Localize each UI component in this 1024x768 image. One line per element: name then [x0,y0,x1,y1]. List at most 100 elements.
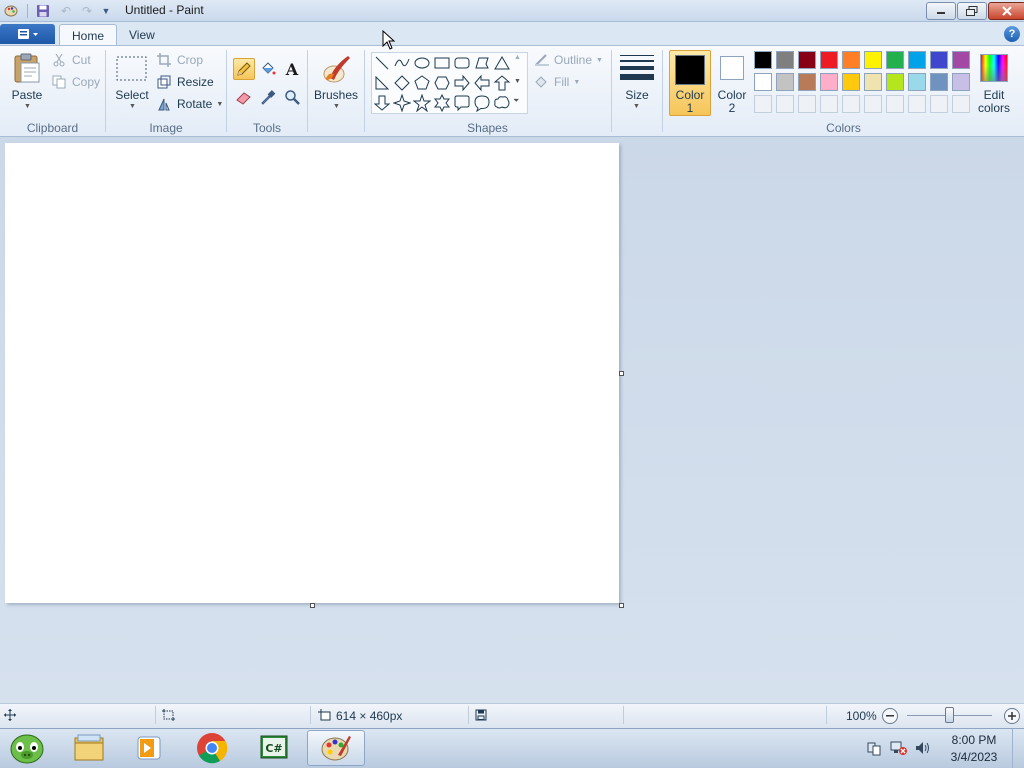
color-swatch[interactable] [864,73,882,91]
custom-color-slot[interactable] [952,95,970,113]
resize-handle-bottom[interactable] [310,603,315,608]
customize-qat-icon[interactable]: ▼ [98,3,114,19]
color-swatch[interactable] [798,73,816,91]
color-swatch[interactable] [886,73,904,91]
undo-icon[interactable]: ↶ [58,3,74,19]
taskbar-csharp-editor[interactable]: C# [245,730,303,766]
custom-color-slot[interactable] [864,95,882,113]
resize-button[interactable]: Resize [157,75,214,89]
five-point-star-shape-icon[interactable] [412,93,432,113]
color-swatch[interactable] [842,51,860,69]
color-swatch[interactable] [930,73,948,91]
color-swatch[interactable] [952,51,970,69]
taskbar-paint[interactable] [307,730,365,766]
custom-color-slot[interactable] [820,95,838,113]
color-swatch[interactable] [908,73,926,91]
drawing-canvas[interactable] [5,143,619,603]
zoom-in-button[interactable] [1004,708,1020,724]
text-tool[interactable]: A [281,58,303,80]
resize-handle-right[interactable] [619,371,624,376]
fill-tool[interactable] [257,58,279,80]
oval-shape-icon[interactable] [412,53,432,73]
color-swatch[interactable] [930,51,948,69]
line-shape-icon[interactable] [372,53,392,73]
color-picker-tool[interactable] [257,86,279,108]
eraser-tool[interactable] [233,86,255,108]
clock-time[interactable]: 8:00 PM [945,733,1003,747]
hexagon-shape-icon[interactable] [432,73,452,93]
color-swatch[interactable] [952,73,970,91]
paint-app-icon[interactable] [3,3,19,19]
save-icon[interactable] [35,3,51,19]
zoom-slider-thumb[interactable] [945,707,954,723]
action-center-icon[interactable] [866,740,882,756]
color2-button[interactable]: Color 2 [712,50,752,116]
close-button[interactable] [988,2,1024,20]
pencil-tool[interactable] [233,58,255,80]
select-button[interactable]: Select ▼ [113,52,151,112]
cloud-callout-shape-icon[interactable] [492,93,512,113]
size-button[interactable]: Size ▼ [617,52,657,114]
pentagon-shape-icon[interactable] [412,73,432,93]
crop-button[interactable]: Crop [157,53,203,67]
zoom-out-button[interactable] [882,708,898,724]
custom-color-slot[interactable] [776,95,794,113]
tab-home[interactable]: Home [59,24,118,46]
rounded-rectangle-shape-icon[interactable] [452,53,472,73]
triangle-shape-icon[interactable] [492,53,512,73]
cut-button[interactable]: Cut [52,53,91,67]
color-swatch[interactable] [842,73,860,91]
help-icon[interactable]: ? [1004,26,1020,42]
minimize-button[interactable] [926,2,956,20]
rectangle-shape-icon[interactable] [432,53,452,73]
paint-menu-button[interactable] [0,24,55,44]
clock-date[interactable]: 3/4/2023 [945,750,1003,764]
custom-color-slot[interactable] [908,95,926,113]
tab-view[interactable]: View [117,24,167,46]
edit-colors-button[interactable]: Edit colors [976,52,1012,116]
polygon-shape-icon[interactable] [472,53,492,73]
shapes-expand-icon[interactable]: ⏷ [513,96,519,106]
right-triangle-shape-icon[interactable] [372,73,392,93]
magnifier-tool[interactable] [281,86,303,108]
custom-color-slot[interactable] [842,95,860,113]
fill-button[interactable]: Fill ▼ [534,75,580,89]
four-point-star-shape-icon[interactable] [392,93,412,113]
outline-button[interactable]: Outline ▼ [534,53,603,67]
rotate-button[interactable]: Rotate ▼ [157,97,223,111]
shapes-scroll-down-icon[interactable]: ▼ [514,78,521,85]
color-swatch[interactable] [886,51,904,69]
left-arrow-shape-icon[interactable] [472,73,492,93]
taskbar-media-player[interactable] [120,730,178,766]
network-error-icon[interactable] [890,740,908,756]
volume-icon[interactable] [914,740,932,756]
color-swatch[interactable] [798,51,816,69]
color-swatch[interactable] [776,73,794,91]
up-arrow-shape-icon[interactable] [492,73,512,93]
right-arrow-shape-icon[interactable] [452,73,472,93]
restore-button[interactable] [957,2,987,20]
copy-button[interactable]: Copy [52,75,100,89]
shapes-scroll-up-icon[interactable]: ▲ [514,54,521,61]
taskbar-chrome[interactable] [183,730,241,766]
custom-color-slot[interactable] [754,95,772,113]
resize-handle-corner[interactable] [619,603,624,608]
diamond-shape-icon[interactable] [392,73,412,93]
oval-callout-shape-icon[interactable] [472,93,492,113]
brushes-button[interactable]: Brushes ▼ [313,52,359,114]
rounded-callout-shape-icon[interactable] [452,93,472,113]
color-swatch[interactable] [754,73,772,91]
redo-icon[interactable]: ↷ [79,3,95,19]
color-swatch[interactable] [864,51,882,69]
down-arrow-shape-icon[interactable] [372,93,392,113]
color-swatch[interactable] [908,51,926,69]
color-swatch[interactable] [776,51,794,69]
curve-shape-icon[interactable] [392,53,412,73]
taskbar-file-explorer[interactable] [60,730,118,766]
color-swatch[interactable] [820,73,838,91]
color-swatch[interactable] [754,51,772,69]
custom-color-slot[interactable] [798,95,816,113]
show-desktop-button[interactable] [1012,729,1024,768]
color-swatch[interactable] [820,51,838,69]
start-button[interactable] [0,730,54,766]
